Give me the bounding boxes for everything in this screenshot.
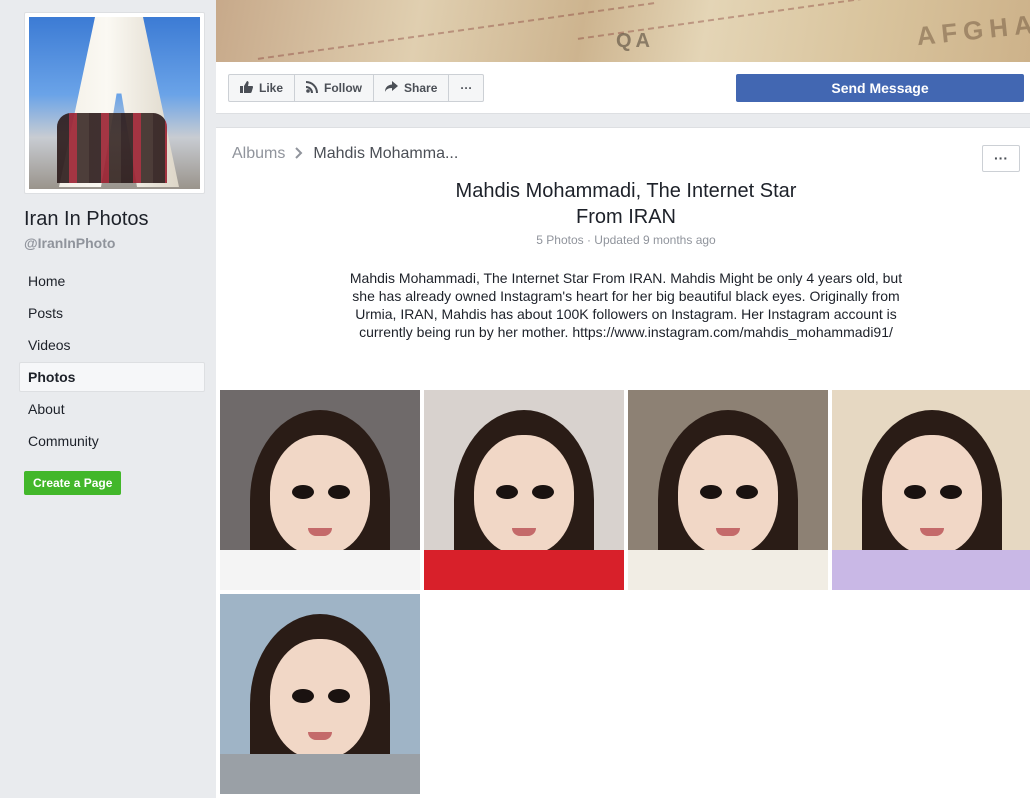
album-description-line: Urmia, IRAN, Mahdis has about 100K follo… (355, 306, 897, 322)
sidebar-item-posts[interactable]: Posts (19, 298, 205, 328)
album-meta: 5 Photos · Updated 9 months ago (536, 233, 716, 247)
album-title-line-2: From IRAN (576, 206, 676, 228)
photo-face (474, 435, 574, 555)
share-label: Share (404, 81, 438, 95)
map-border-line (257, 2, 655, 60)
sidebar-item-community[interactable]: Community (19, 426, 205, 456)
photo-eye (700, 485, 722, 499)
people-image (57, 113, 167, 183)
thumbs-up-icon (240, 80, 254, 96)
rss-icon (306, 80, 319, 96)
follow-label: Follow (324, 81, 363, 95)
action-button-group: Like Follow Share ··· (228, 74, 485, 102)
page-action-bar: Like Follow Share ··· Send Message (216, 62, 1030, 114)
photo-clothing (220, 550, 420, 590)
sidebar-item-home[interactable]: Home (19, 266, 205, 296)
chevron-right-icon (295, 146, 303, 162)
share-arrow-icon (385, 81, 399, 95)
page-name[interactable]: Iran In Photos (24, 208, 149, 231)
photo-face (678, 435, 778, 555)
album-photo[interactable] (832, 390, 1030, 590)
more-icon: ··· (460, 81, 473, 95)
album-description-line: she has already owned Instagram's heart … (352, 288, 900, 304)
photo-face (270, 639, 370, 759)
follow-button[interactable]: Follow (295, 75, 375, 101)
album-photo[interactable] (424, 390, 624, 590)
album-description-line: Mahdis Mohammadi, The Internet Star From… (349, 270, 903, 286)
photo-eye (328, 689, 350, 703)
photo-clothing (220, 754, 420, 794)
album-more-button[interactable]: ··· (982, 145, 1020, 172)
photo-eye (328, 485, 350, 499)
album-photo[interactable] (628, 390, 828, 590)
album-photo[interactable] (220, 594, 420, 794)
cover-photo[interactable]: QA AFGHANISTAN (216, 0, 1030, 62)
map-label: AFGHANISTAN (915, 0, 1030, 52)
sidebar-item-videos[interactable]: Videos (19, 330, 205, 360)
album-title-line-1: Mahdis Mohammadi, The Internet Star (455, 180, 797, 202)
photo-clothing (832, 550, 1030, 590)
profile-photo (29, 17, 200, 189)
photo-clothing (628, 550, 828, 590)
create-page-button[interactable]: Create a Page (24, 471, 122, 495)
photo-face (882, 435, 982, 555)
photo-eye (940, 485, 962, 499)
breadcrumb-albums-link[interactable]: Albums (232, 145, 285, 163)
photo-eye (292, 485, 314, 499)
sidebar-item-about[interactable]: About (19, 394, 205, 424)
map-label: QA (616, 30, 654, 52)
more-actions-button[interactable]: ··· (449, 75, 483, 101)
page-profile-picture[interactable] (24, 12, 205, 194)
album-title: Mahdis Mohammadi, The Internet Star From… (426, 178, 826, 230)
album-description: Mahdis Mohammadi, The Internet Star From… (346, 269, 906, 341)
sidebar-item-photos[interactable]: Photos (19, 362, 205, 392)
photo-eye (904, 485, 926, 499)
photo-eye (532, 485, 554, 499)
breadcrumb: Albums Mahdis Mohamma... (232, 145, 458, 163)
album-photo[interactable] (220, 390, 420, 590)
like-label: Like (259, 81, 284, 95)
breadcrumb-current: Mahdis Mohamma... (313, 145, 459, 162)
photo-face (270, 435, 370, 555)
like-button[interactable]: Like (229, 75, 296, 101)
photo-eye (736, 485, 758, 499)
sidebar-nav: Home Posts Videos Photos About Community (19, 266, 205, 458)
photo-eye (496, 485, 518, 499)
send-message-button[interactable]: Send Message (736, 74, 1024, 102)
album-panel: Albums Mahdis Mohamma... ··· Mahdis Moha… (216, 127, 1030, 798)
share-button[interactable]: Share (374, 75, 450, 101)
photo-clothing (424, 550, 624, 590)
page-handle[interactable]: @IranInPhoto (24, 235, 115, 251)
photo-eye (292, 689, 314, 703)
album-description-line[interactable]: currently being run by her mother. https… (346, 323, 906, 341)
